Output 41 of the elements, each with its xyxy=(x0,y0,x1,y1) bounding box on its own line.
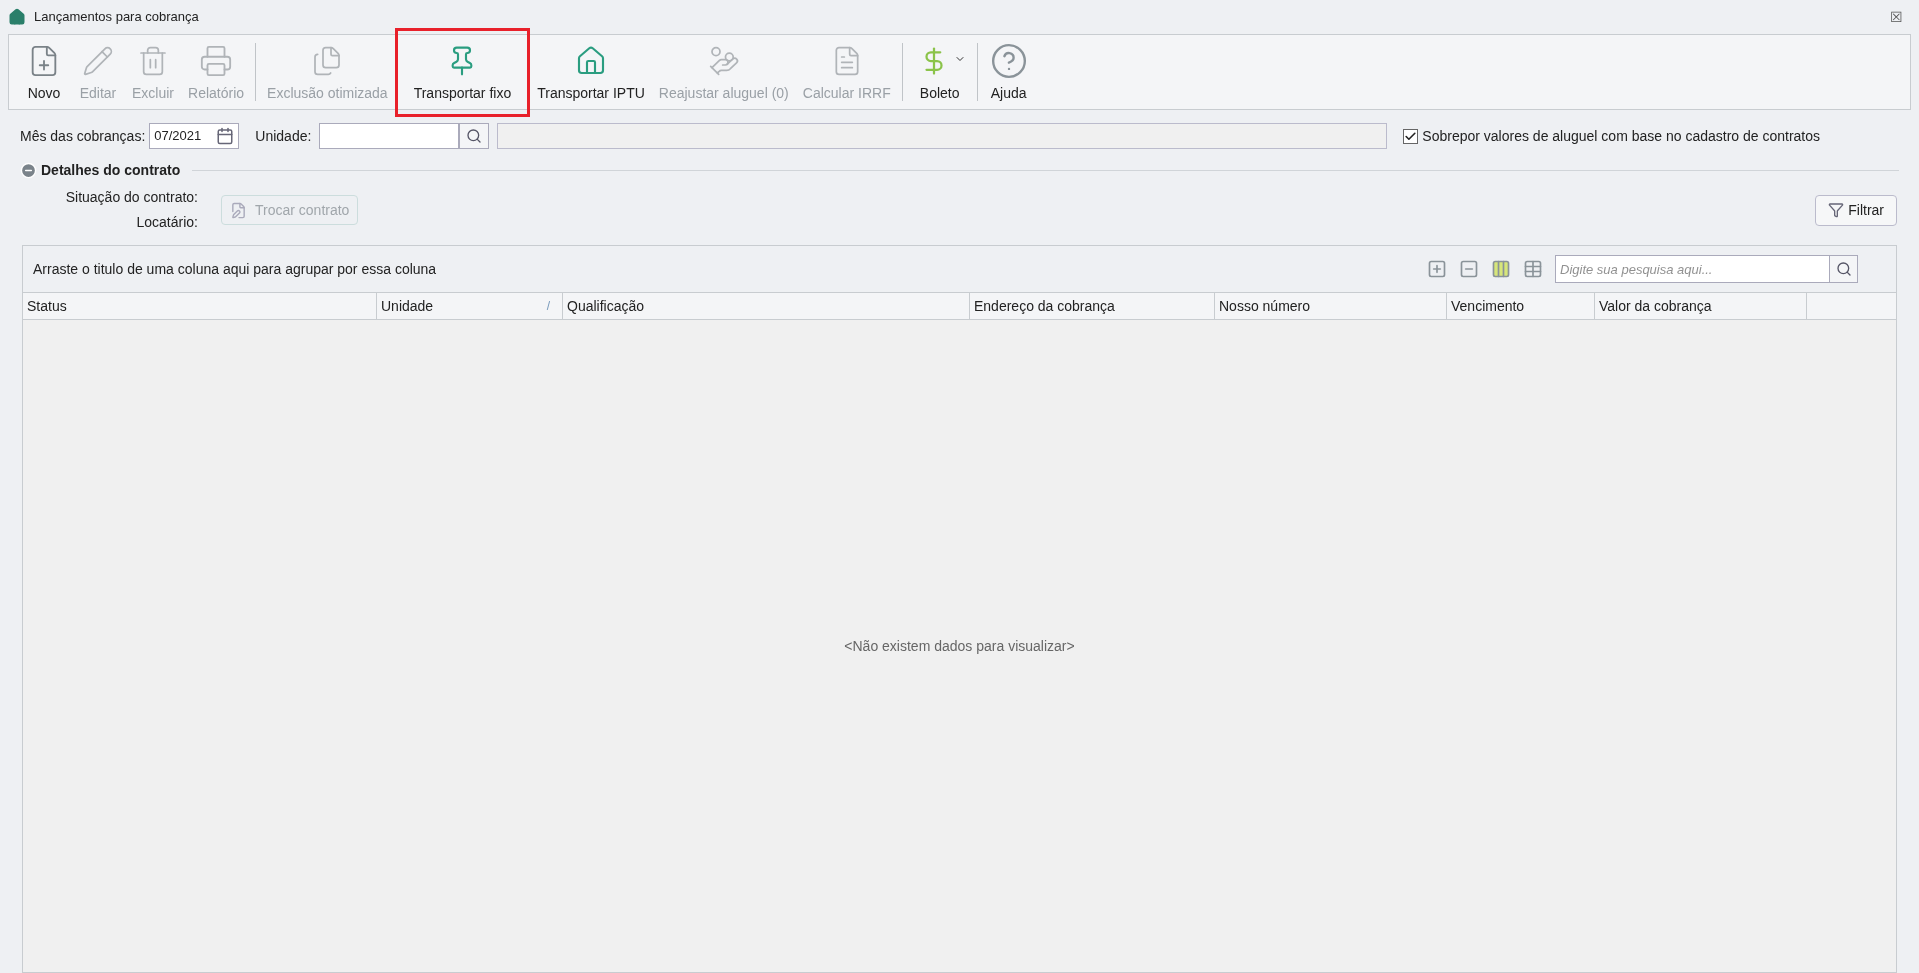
toolbar-button[interactable]: Novo xyxy=(17,37,71,107)
collapse-all-icon[interactable] xyxy=(1459,259,1479,279)
field-label: Unidade: xyxy=(255,126,312,146)
toolbar-button[interactable]: Boleto xyxy=(906,37,973,107)
unit-field[interactable] xyxy=(319,123,460,149)
table-icon[interactable] xyxy=(1523,259,1543,279)
filter-button[interactable]: Filtrar xyxy=(1815,194,1897,226)
column-header[interactable]: Valor da cobrança xyxy=(1595,293,1807,319)
grid-search-field[interactable]: Digite sua pesquisa aqui... xyxy=(1555,255,1830,283)
calendar-icon[interactable] xyxy=(216,127,235,145)
close-button[interactable]: ☒ xyxy=(1890,6,1903,28)
group-hint: Arraste o titulo de uma coluna aqui para agrupar por essa coluna xyxy=(33,259,437,279)
situation-label: Situação do contrato: xyxy=(65,188,198,207)
tenant-label: Locatário: xyxy=(136,213,198,232)
collapse-icon[interactable] xyxy=(20,162,37,179)
toolbar-button[interactable]: Ajuda xyxy=(981,37,1036,107)
section-title: Detalhes do contrato xyxy=(41,161,181,180)
column-header[interactable]: Status xyxy=(23,293,377,319)
sort-indicator: / xyxy=(546,298,550,315)
search-button[interactable] xyxy=(1830,255,1858,283)
search-icon xyxy=(1835,261,1852,277)
columns-icon[interactable] xyxy=(1491,259,1511,279)
empty-message: <Não existem dados para visualizar> xyxy=(844,636,1075,656)
search-icon xyxy=(466,128,483,144)
column-header[interactable]: Vencimento xyxy=(1447,293,1595,319)
month-field[interactable]: 07/2021 xyxy=(149,123,240,149)
column-header[interactable]: Qualificação xyxy=(563,293,970,319)
document-edit-icon xyxy=(230,201,247,219)
override-checkbox[interactable]: Sobrepor valores de aluguel com base no cadastro de contratos xyxy=(1403,125,1821,147)
funnel-icon xyxy=(1828,202,1845,218)
house-icon xyxy=(8,8,26,26)
field-label: Mês das cobranças: xyxy=(20,126,146,146)
toolbar-button[interactable]: Transportar fixo xyxy=(394,27,531,117)
column-header[interactable]: Nosso número xyxy=(1215,293,1447,319)
expand-all-icon[interactable] xyxy=(1427,259,1447,279)
window-title: Lançamentos para cobrança xyxy=(34,8,199,27)
toolbar-button[interactable]: Transportar IPTU xyxy=(530,37,652,107)
column-header[interactable]: Unidade / xyxy=(377,293,563,319)
search-button[interactable] xyxy=(459,123,490,149)
column-header[interactable]: Endereço da cobrança xyxy=(970,293,1215,319)
checkmark-icon xyxy=(1404,129,1418,143)
